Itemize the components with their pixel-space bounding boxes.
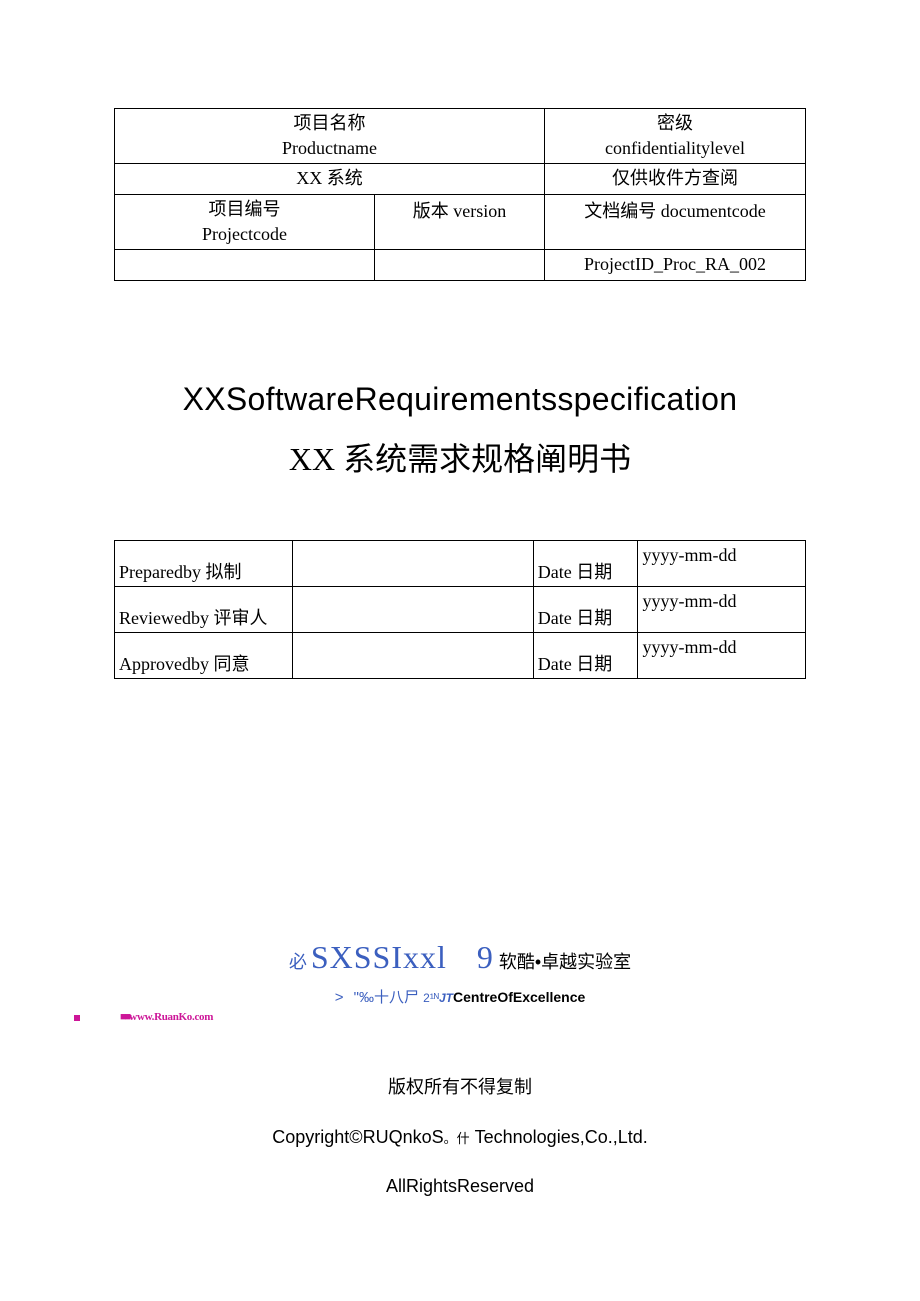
confidentiality-zh: 密级 [551,111,799,136]
logo-bi: 必 [289,952,307,972]
project-code-en: Projectcode [121,222,368,247]
prepared-by-value [292,541,533,587]
reviewed-by-value [292,587,533,633]
logo-nine: 9 [477,939,493,975]
prepared-date-label: Date 日期 [533,541,638,587]
title-english: XXSoftwareRequirementsspecification [114,381,806,418]
confidentiality-en: confidentialitylevel [551,136,799,161]
confidentiality-value: 仅供收件方查阅 [545,164,806,194]
table-row: Reviewedby 评审人 Date 日期 yyyy-mm-dd [115,587,806,633]
logo-line-3: ■■www.RuanKo.com [74,1011,806,1023]
reviewed-date-value: yyyy-mm-dd [638,587,806,633]
copyright-en-small: 。什 [444,1131,470,1146]
title-chinese: XX 系统需求规格阐明书 [114,434,806,480]
approved-date-value: yyyy-mm-dd [638,633,806,679]
document-titles: XXSoftwareRequirementsspecification XX 系… [114,381,806,480]
copyright-en-b: Technologies,Co.,Ltd. [475,1127,648,1147]
copyright-zh: 版权所有不得复制 [114,1073,806,1099]
logo-jt: JT [439,991,453,1005]
copyright-en: Copyright©RUQnkoS。什 Technologies,Co.,Ltd… [114,1127,806,1148]
reviewed-by-label: Reviewedby 评审人 [115,587,293,633]
prepared-by-label: Preparedby 拟制 [115,541,293,587]
project-info-table: 项目名称 Productname 密级 confidentialitylevel… [114,108,806,281]
project-code-zh: 项目编号 [121,197,368,222]
project-code-value [115,249,375,280]
project-name-header: 项目名称 Productname [115,109,545,164]
table-row: Preparedby 拟制 Date 日期 yyyy-mm-dd [115,541,806,587]
project-name-en: Productname [121,136,538,161]
reviewed-date-label: Date 日期 [533,587,638,633]
document-code-header: 文档编号 documentcode [545,194,806,249]
project-code-header: 项目编号 Projectcode [115,194,375,249]
logo-line-2: > "‰十八尸 2¹ᴺJTCentreOfExcellence [114,986,806,1007]
document-code-value: ProjectID_Proc_RA_002 [545,249,806,280]
approved-by-label: Approvedby 同意 [115,633,293,679]
prepared-date-value: yyyy-mm-dd [638,541,806,587]
signoff-table: Preparedby 拟制 Date 日期 yyyy-mm-dd Reviewe… [114,540,806,679]
logo-block: 必SXSSIxxl 9 软酷•卓越实验室 > "‰十八尸 2¹ᴺJTCentreOf… [114,939,806,1023]
logo-gt: > [335,989,344,1006]
logo-dots: ■■ [120,1011,129,1023]
logo-lab: 软酷•卓越实验室 [499,952,631,972]
version-value [375,249,545,280]
table-row: Approvedby 同意 Date 日期 yyyy-mm-dd [115,633,806,679]
logo-url: www.RuanKo.com [129,1011,213,1023]
copyright-en-a: Copyright©RUQnkoS [272,1127,443,1147]
approved-date-label: Date 日期 [533,633,638,679]
project-name-value: XX 系统 [115,164,545,194]
all-rights-reserved: AllRightsReserved [114,1176,806,1197]
confidentiality-header: 密级 confidentialitylevel [545,109,806,164]
project-name-zh: 项目名称 [121,111,538,136]
logo-centre: CentreOfExcellence [453,989,585,1005]
footer-block: 版权所有不得复制 Copyright©RUQnkoS。什 Technologie… [114,1073,806,1197]
logo-line-1: 必SXSSIxxl 9 软酷•卓越实验室 [114,939,806,976]
bullet-icon [74,1015,80,1021]
logo-fragment: "‰十八尸 [354,989,419,1006]
approved-by-value [292,633,533,679]
logo-sx: SXSSIxxl [311,939,447,975]
version-header: 版本 version [375,194,545,249]
logo-sup: 2¹ᴺ [423,991,439,1005]
